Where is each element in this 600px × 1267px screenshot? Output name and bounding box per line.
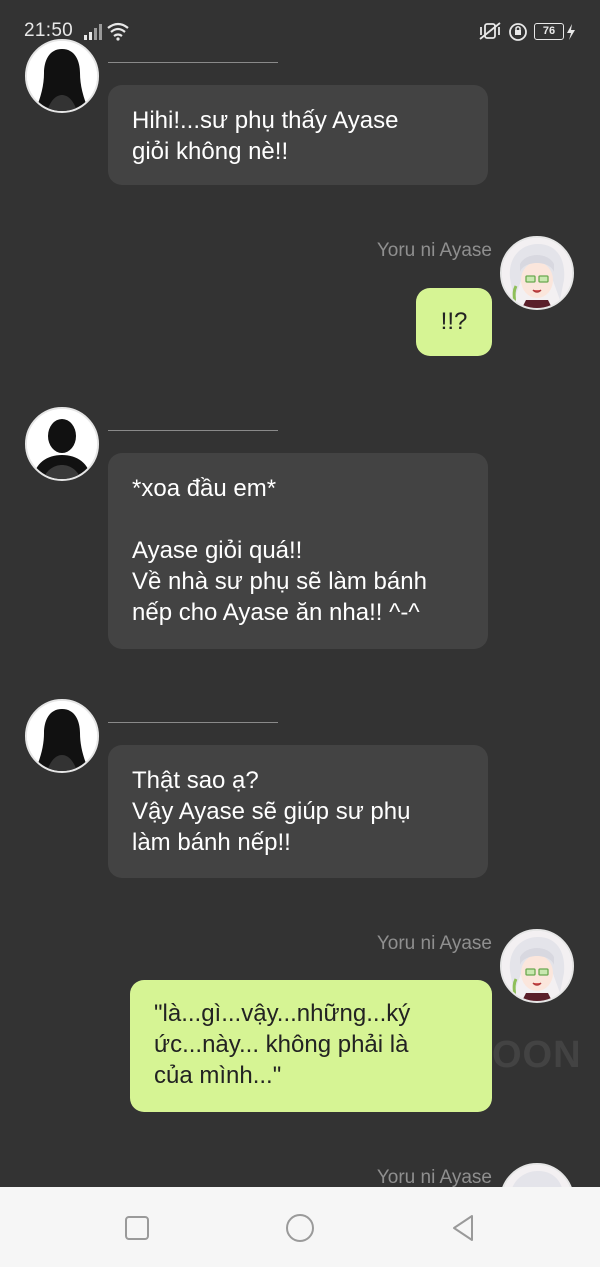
anime-girl-avatar-icon [502, 238, 572, 308]
sender-name-line [108, 722, 278, 723]
contact-avatar[interactable] [25, 699, 99, 773]
message-bubble[interactable]: Thật sao ạ? Vậy Ayase sẽ giúp sư phụ làm… [108, 745, 488, 878]
contact-avatar[interactable] [25, 39, 99, 113]
wifi-icon [107, 22, 129, 41]
recent-apps-icon[interactable] [120, 1211, 154, 1245]
home-icon[interactable] [283, 1211, 317, 1245]
sender-name-line [108, 62, 278, 63]
silhouette-avatar-icon [27, 41, 97, 111]
sender-name: Yoru ni Ayase [376, 933, 492, 954]
battery-icon: 76 [534, 23, 564, 40]
vibrate-icon [479, 22, 501, 40]
contact-avatar[interactable] [25, 407, 99, 481]
watermark: OON [492, 1034, 582, 1076]
chat-screen: 21:50 76 Hihi!...sư phụ thấy Ayase giỏi … [0, 0, 600, 1267]
navigation-bar [0, 1187, 600, 1267]
message-bubble[interactable]: "là...gì...vậy...những...ký ức...này... … [130, 980, 492, 1112]
sender-name: Yoru ni Ayase [376, 1167, 492, 1188]
message-bubble[interactable]: !!? [416, 288, 492, 356]
message-bubble[interactable]: *xoa đầu em* Ayase giỏi quá!! Về nhà sư … [108, 453, 488, 649]
user-avatar[interactable] [500, 929, 574, 1003]
charging-icon [567, 24, 575, 40]
silhouette-avatar-icon [27, 701, 97, 771]
user-avatar[interactable] [500, 236, 574, 310]
message-bubble[interactable]: Hihi!...sư phụ thấy Ayase giỏi không nè!… [108, 85, 488, 185]
silhouette-avatar-icon [27, 409, 97, 479]
signal-icon [84, 24, 102, 40]
anime-girl-avatar-icon [502, 931, 572, 1001]
back-icon[interactable] [446, 1211, 480, 1245]
sender-name: Yoru ni Ayase [376, 240, 492, 261]
alarm-icon [509, 23, 527, 41]
sender-name-line [108, 430, 278, 431]
